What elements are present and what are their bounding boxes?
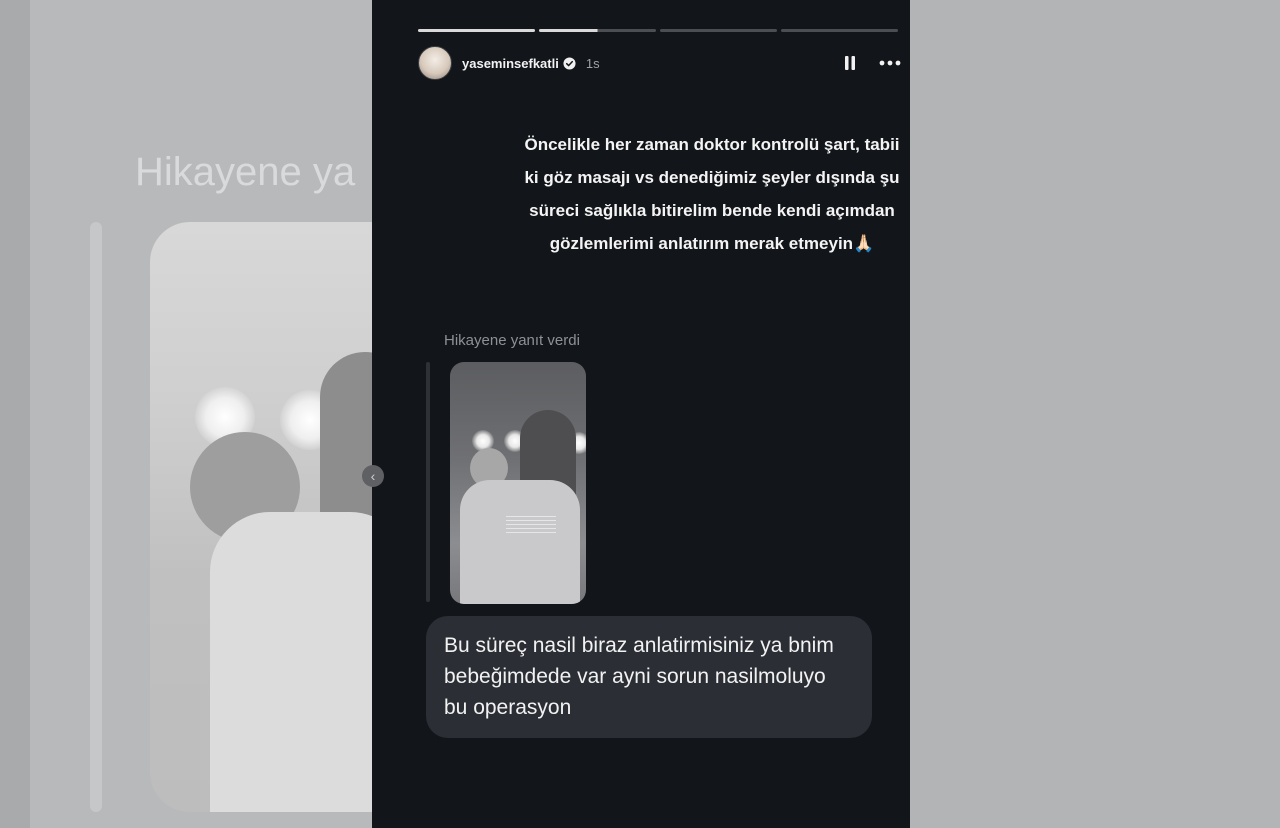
pause-icon	[845, 56, 855, 70]
progress-segment	[418, 29, 535, 32]
background-reply-bar	[90, 222, 102, 812]
story-caption-text: Öncelikle her zaman doktor kontrolü şart…	[524, 135, 900, 253]
verified-badge-icon	[563, 56, 576, 70]
story-timestamp: 1s	[585, 55, 600, 71]
avatar[interactable]	[418, 46, 452, 80]
background-right	[910, 0, 1280, 828]
username[interactable]: yaseminsefkatli	[462, 56, 559, 71]
story-header: yaseminsefkatli 1s	[418, 46, 902, 80]
story-viewer[interactable]: yaseminsefkatli 1s Öncelikle her zaman d…	[372, 0, 910, 828]
story-progress-bar	[418, 29, 898, 32]
background-left-blur: Hikayene ya	[0, 0, 372, 828]
more-horizontal-icon	[879, 60, 901, 66]
reply-label: Hikayene yanıt verdi	[444, 332, 580, 349]
more-options-button[interactable]	[878, 52, 902, 74]
chevron-left-icon[interactable]: ‹	[362, 465, 384, 487]
progress-segment	[781, 29, 898, 32]
replied-story-thumbnail[interactable]	[450, 362, 586, 604]
reply-message-bubble: Bu süreç nasil biraz anlatirmisiniz ya b…	[426, 616, 872, 738]
progress-segment-active	[539, 29, 656, 32]
progress-segment	[660, 29, 777, 32]
reply-quote-bar	[426, 362, 430, 602]
background-story-photo	[150, 222, 372, 812]
background-reply-label: Hikayene ya	[135, 150, 356, 194]
pause-button[interactable]	[840, 52, 860, 74]
